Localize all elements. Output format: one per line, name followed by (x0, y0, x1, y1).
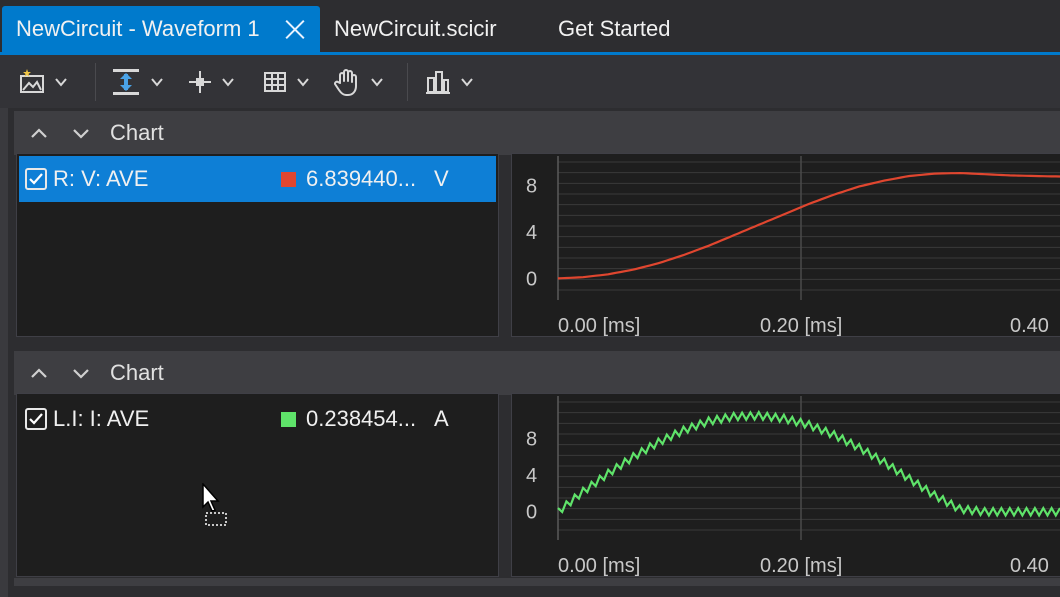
panel-footer (14, 578, 1060, 586)
grid-icon (264, 72, 286, 92)
add-image-button[interactable] (18, 65, 68, 99)
tab-label: NewCircuit.scicir (334, 16, 497, 41)
layout-button[interactable] (424, 65, 474, 99)
toolbar-separator (95, 63, 96, 101)
series-value: 0.238454... (306, 406, 417, 431)
chevron-down-icon (151, 78, 163, 87)
series-value: 6.839440... (306, 166, 417, 191)
series-color-swatch (281, 411, 296, 427)
series-unit: A (434, 406, 449, 431)
fit-vertical-icon (113, 69, 139, 95)
chart-panel-header: Chart (14, 351, 1060, 395)
tab-strip: NewCircuit - Waveform 1 NewCircuit.scici… (0, 0, 1060, 55)
x-tick-label: 0.00 [ms] (558, 315, 640, 337)
tab-label: Get Started (558, 16, 671, 41)
x-tick-label: 0.40 (1010, 315, 1049, 337)
pan-hand-icon (334, 69, 357, 96)
grid-button[interactable] (262, 65, 310, 99)
chevron-down-icon (371, 78, 383, 87)
toolbar (0, 55, 1060, 108)
chevron-down-icon (297, 78, 309, 87)
cursor-button[interactable] (187, 65, 235, 99)
waveform-chart[interactable]: 8 4 0 0.00 [ms] 0.20 [ms] 0.40 (511, 393, 1060, 577)
series-checkbox[interactable] (25, 168, 47, 190)
series-checkbox[interactable] (25, 408, 47, 430)
tab-get-started[interactable]: Get Started (544, 6, 685, 52)
chevron-down-icon[interactable] (70, 362, 92, 384)
chart-plot: 8 4 0 0.00 [ms] 0.20 [ms] 0.40 (526, 156, 1060, 337)
panel-splitter[interactable] (0, 108, 8, 597)
chevron-down-icon (222, 78, 234, 87)
chart-plot: 8 4 0 0.00 [ms] 0.20 [ms] 0.40 (526, 396, 1060, 577)
cursor-icon (189, 71, 211, 93)
toolbar-separator (407, 63, 408, 101)
tab-waveform-1[interactable]: NewCircuit - Waveform 1 (2, 6, 320, 52)
checkmark-icon (29, 413, 43, 425)
chevron-up-icon[interactable] (28, 362, 50, 384)
series-legend: R: V: AVE 6.839440... V (16, 153, 499, 337)
chevron-up-icon[interactable] (28, 122, 50, 144)
chart-panel-header: Chart (14, 111, 1060, 155)
bar-chart-icon (426, 71, 450, 94)
y-tick-label: 4 (526, 465, 537, 487)
y-tick-label: 0 (526, 268, 537, 290)
series-line (557, 409, 1060, 518)
series-unit: V (434, 166, 449, 191)
chevron-down-icon (461, 78, 473, 87)
x-tick-label: 0.20 [ms] (760, 555, 842, 577)
waveform-chart[interactable]: 8 4 0 0.00 [ms] 0.20 [ms] 0.40 (511, 153, 1060, 337)
checkmark-icon (29, 173, 43, 185)
series-legend: L.I: I: AVE 0.238454... A (16, 393, 499, 577)
legend-row[interactable]: L.I: I: AVE 0.238454... A (19, 396, 496, 442)
mouse-pointer-icon (202, 483, 227, 526)
series-color-swatch (281, 171, 296, 187)
y-tick-label: 0 (526, 502, 537, 524)
tab-newcircuit-scicir[interactable]: NewCircuit.scicir (320, 6, 511, 52)
legend-row[interactable]: R: V: AVE 6.839440... V (19, 156, 496, 202)
x-tick-label: 0.00 [ms] (558, 555, 640, 577)
panel-title: Chart (110, 120, 164, 145)
tab-label: NewCircuit - Waveform 1 (16, 16, 260, 41)
add-image-icon (20, 69, 44, 93)
y-tick-label: 4 (526, 222, 537, 244)
panel-title: Chart (110, 360, 164, 385)
fit-vertical-button[interactable] (110, 65, 164, 99)
x-tick-label: 0.40 (1010, 555, 1049, 577)
x-tick-label: 0.20 [ms] (760, 315, 842, 337)
close-icon[interactable] (284, 18, 306, 40)
series-name: L.I: I: AVE (53, 406, 150, 431)
series-name: R: V: AVE (53, 166, 149, 191)
pan-button[interactable] (332, 65, 384, 99)
chevron-down-icon (55, 78, 67, 87)
chevron-down-icon[interactable] (70, 122, 92, 144)
y-tick-label: 8 (526, 429, 537, 451)
y-tick-label: 8 (526, 175, 537, 197)
